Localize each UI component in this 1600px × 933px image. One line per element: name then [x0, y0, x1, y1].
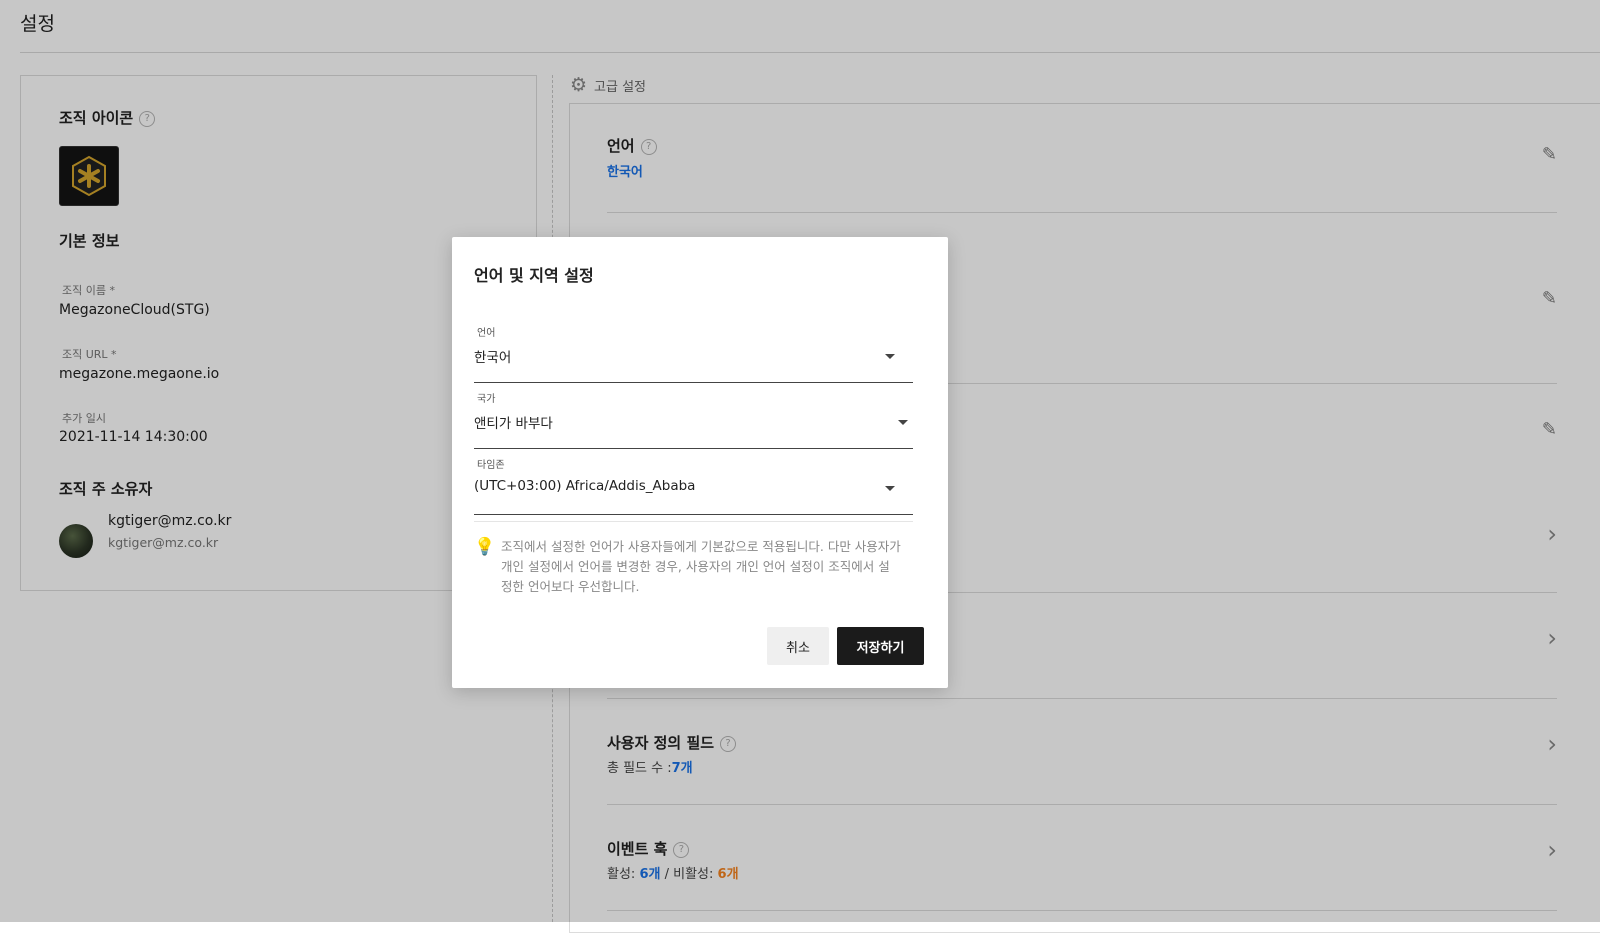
cancel-button[interactable]: 취소 [767, 627, 829, 665]
timezone-select-label: 타임존 [477, 460, 505, 471]
country-select-value: 앤티가 바부다 [474, 416, 553, 432]
language-hint-text: 조직에서 설정한 언어가 사용자들에게 기본값으로 적용됩니다. 다만 사용자가… [501, 539, 901, 594]
save-button[interactable]: 저장하기 [837, 627, 924, 665]
timezone-select[interactable]: 타임존 (UTC+03:00) Africa/Addis_Ababa [474, 456, 913, 515]
dropdown-caret-icon [885, 354, 895, 359]
dialog-title: 언어 및 지역 설정 [474, 266, 594, 285]
country-select-label: 국가 [477, 394, 496, 405]
divider [474, 521, 913, 522]
timezone-select-value: (UTC+03:00) Africa/Addis_Ababa [474, 478, 696, 494]
language-select-value: 한국어 [474, 350, 512, 366]
dropdown-caret-icon [898, 420, 908, 425]
country-select[interactable]: 국가 앤티가 바부다 [474, 390, 913, 449]
language-select-label: 언어 [477, 328, 496, 339]
language-select[interactable]: 언어 한국어 [474, 324, 913, 383]
language-region-dialog: 언어 및 지역 설정 언어 한국어 국가 앤티가 바부다 타임존 (UTC+03… [452, 237, 948, 688]
dropdown-caret-icon [885, 486, 895, 491]
lightbulb-icon: 💡 [474, 537, 496, 557]
